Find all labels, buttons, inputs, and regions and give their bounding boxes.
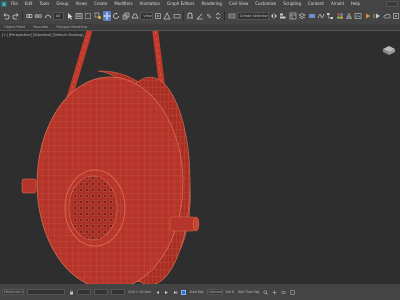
scene-render[interactable] — [0, 31, 400, 284]
render-in-cloud-icon[interactable] — [382, 11, 390, 21]
edit-named-selection-icon[interactable] — [227, 11, 235, 21]
viewcube-icon[interactable] — [382, 45, 396, 55]
select-object-icon[interactable] — [65, 11, 73, 21]
select-and-place-icon[interactable] — [131, 11, 139, 21]
toolbar-divider — [224, 11, 226, 21]
z-coordinate-field[interactable] — [111, 289, 125, 295]
named-selection-set-dropdown[interactable]: Create Selection Se — [236, 12, 269, 20]
orbit-icon[interactable] — [280, 289, 286, 295]
auto-key-button[interactable] — [181, 289, 187, 295]
select-by-name-icon[interactable] — [75, 11, 83, 21]
grid-size-label: Grid = 10.0cm — [128, 290, 152, 294]
sign-in-field[interactable] — [386, 1, 398, 7]
app-logo-icon[interactable]: 3 — [0, 0, 8, 8]
perforated-center — [68, 175, 118, 241]
toolbar-divider — [183, 11, 184, 21]
prompt-line — [27, 289, 65, 295]
x-coordinate-field[interactable] — [77, 289, 91, 295]
toggle-ribbon-icon[interactable] — [307, 11, 315, 21]
menu-help[interactable]: Help — [348, 0, 364, 8]
menu-customize[interactable]: Customize — [252, 0, 280, 8]
perspective-viewport[interactable]: [+] [Perspective] [Standard] [Default Sh… — [0, 30, 400, 284]
schematic-view-icon[interactable] — [326, 11, 334, 21]
percent-snap-icon[interactable]: % — [205, 11, 213, 21]
lock-selection-icon[interactable] — [68, 289, 74, 295]
play-forward-icon[interactable] — [172, 289, 178, 295]
ribbon-object-paint[interactable]: Object Paint — [4, 25, 25, 29]
menu-rendering[interactable]: Rendering — [199, 0, 226, 8]
toolbar-divider — [21, 11, 23, 21]
render-shortcut-icon[interactable] — [392, 11, 400, 21]
ribbon-polygon-modeling[interactable]: Polygon Modeling — [56, 25, 87, 29]
main-toolbar: All View 3 % Create Selection Se — [0, 8, 400, 24]
rendered-frame-window-icon[interactable] — [354, 11, 362, 21]
link-icon[interactable] — [25, 11, 33, 21]
menu-scripting[interactable]: Scripting — [280, 0, 305, 8]
zoom-icon[interactable] — [262, 289, 268, 295]
material-editor-icon[interactable] — [335, 11, 343, 21]
pivot-center-icon[interactable] — [154, 11, 162, 21]
maxscript-listener[interactable]: MAXScript Mi. — [2, 289, 24, 295]
left-axle-knob — [21, 178, 37, 194]
selected-dropdown[interactable]: Selected — [206, 289, 223, 295]
add-time-tag-label[interactable]: Add Time Tag — [238, 290, 259, 294]
undo-icon[interactable] — [2, 11, 10, 21]
viewport-label[interactable]: [+] [Perspective] [Standard] [Default Sh… — [2, 33, 84, 37]
menu-content[interactable]: Content — [305, 0, 328, 8]
menu-graph-editors[interactable]: Graph Editors — [164, 0, 198, 8]
window-crossing-icon[interactable] — [94, 11, 102, 21]
render-iterative-icon[interactable] — [373, 11, 381, 21]
menu-tools[interactable]: Tools — [36, 0, 53, 8]
status-bar: MAXScript Mi. Grid = 10.0cm Auto Key Sel… — [0, 284, 400, 300]
keyboard-shortcut-override-icon[interactable] — [173, 11, 181, 21]
render-production-icon[interactable] — [364, 11, 372, 21]
bind-space-warp-icon[interactable] — [43, 11, 51, 21]
menu-group[interactable]: Group — [53, 0, 72, 8]
menu-file[interactable]: File — [8, 0, 22, 8]
menu-bar: 3 File Edit Tools Group Views Create Mod… — [0, 0, 400, 8]
svg-text:3: 3 — [3, 2, 5, 6]
unlink-icon[interactable] — [34, 11, 42, 21]
ribbon-populate[interactable]: Populate — [33, 25, 48, 29]
menu-views[interactable]: Views — [73, 0, 92, 8]
svg-text:%: % — [207, 14, 212, 20]
curve-editor-icon[interactable] — [317, 11, 325, 21]
toggle-scene-explorer-icon[interactable] — [289, 11, 297, 21]
maximize-viewport-icon[interactable] — [289, 289, 295, 295]
select-and-rotate-icon[interactable] — [112, 11, 120, 21]
mirror-icon[interactable] — [270, 11, 278, 21]
spinner-snap-icon[interactable] — [214, 11, 222, 21]
select-manipulate-icon[interactable] — [163, 11, 172, 21]
menu-create[interactable]: Create — [91, 0, 111, 8]
redo-icon[interactable] — [11, 11, 19, 21]
reference-coordinate-dropdown[interactable]: View — [140, 12, 153, 20]
select-and-move-icon[interactable] — [102, 11, 112, 21]
render-setup-icon[interactable] — [345, 11, 353, 21]
menu-edit[interactable]: Edit — [22, 0, 37, 8]
align-icon[interactable] — [279, 11, 287, 21]
select-and-scale-icon[interactable] — [122, 11, 130, 21]
y-coordinate-field[interactable] — [94, 289, 108, 295]
menu-arnold[interactable]: Arnold — [328, 0, 348, 8]
angle-snap-icon[interactable] — [195, 11, 203, 21]
disc-front-face — [36, 76, 184, 284]
menu-modifiers[interactable]: Modifiers — [111, 0, 136, 8]
set-key-label[interactable]: Set K. — [226, 290, 235, 294]
selection-filter-dropdown[interactable]: All — [52, 12, 65, 20]
toggle-layer-explorer-icon[interactable] — [298, 11, 306, 21]
svg-text:3: 3 — [189, 16, 191, 20]
play-icon[interactable] — [163, 289, 169, 295]
right-axle-knob — [169, 216, 197, 232]
rectangular-selection-icon[interactable] — [84, 11, 92, 21]
menu-animation[interactable]: Animation — [137, 0, 164, 8]
play-back-icon[interactable] — [154, 289, 160, 295]
auto-key-label: Auto Key — [189, 290, 204, 294]
menu-civil-view[interactable]: Civil View — [226, 0, 252, 8]
pan-icon[interactable] — [271, 289, 277, 295]
snaps-toggle-icon[interactable]: 3 — [186, 11, 194, 21]
